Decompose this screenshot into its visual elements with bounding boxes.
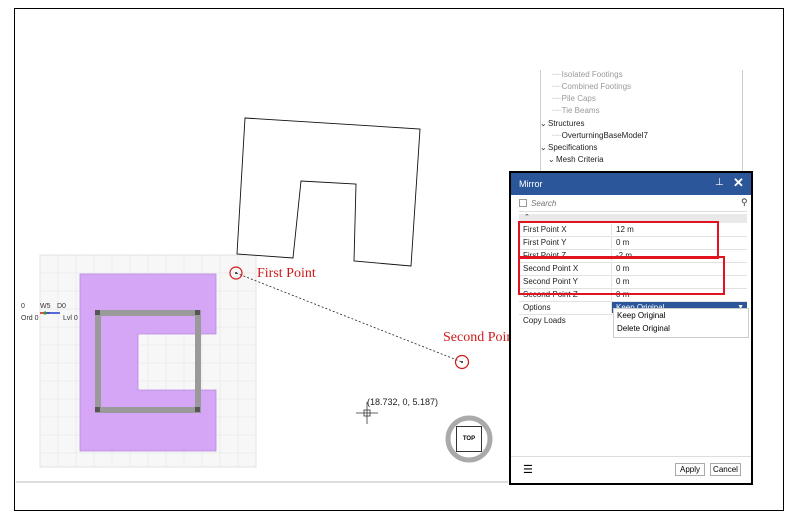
search-icon[interactable]: ⚲ [741,197,748,208]
hamburger-menu-icon[interactable]: ☰ [523,463,533,476]
tree-item-tie-beams[interactable]: ┈┈Tie Beams [552,106,600,115]
mirror-panel: Mirror ⊥ ✕ ⚲ ⌃ First Point X 12 m First … [509,171,753,485]
second-point-highlight [518,256,725,295]
panel-header: Mirror ⊥ ✕ [511,173,751,195]
tree-item-combined-footings[interactable]: ┈┈Combined Footings [552,82,631,91]
second-point-label: Second Point [443,330,518,345]
options-dropdown-list: Keep Original Delete Original [613,308,749,338]
cursor-coordinate-readout: (18.732, 0, 5.187) [367,397,439,407]
panel-title: Mirror [519,179,543,189]
chevron-down-icon[interactable]: ⌄ [548,155,556,164]
tree-item-structures[interactable]: ⌄Structures [540,119,584,128]
option-keep-original[interactable]: Keep Original [617,311,665,320]
axis-label-lvl: Lvl 0 [63,315,78,322]
first-point-label: First Point [257,266,316,281]
mirror-line [235,272,463,363]
tree-item-pile-caps[interactable]: ┈┈Pile Caps [552,94,596,103]
apply-button[interactable]: Apply [675,463,705,476]
axis-label: D0 [57,303,66,310]
grid-view-icon[interactable] [519,199,527,207]
chevron-down-icon[interactable]: ⌄ [540,119,548,128]
pin-icon[interactable]: ⊥ [715,177,724,188]
tree-item-mesh-criteria[interactable]: ⌄Mesh Criteria [548,155,604,164]
view-cube-top[interactable]: TOP [456,426,482,452]
axis-label-ord: Ord 0 [21,315,39,322]
search-bar: ⚲ [519,197,748,212]
chevron-up-icon[interactable]: ⌃ [524,213,530,221]
axis-label: 0 [21,303,25,310]
close-icon[interactable]: ✕ [733,175,744,191]
search-input[interactable] [531,197,731,210]
axis-label: W5 [40,303,51,310]
tree-item-model[interactable]: ┈┈OverturningBaseModel7 [552,131,648,140]
tree-item-specifications[interactable]: ⌄Specifications [540,143,597,152]
mirrored-footing-outline[interactable] [236,117,421,267]
panel-footer: ☰ Apply Cancel [511,456,751,483]
first-point-highlight [518,221,719,259]
cancel-button[interactable]: Cancel [710,463,741,476]
option-delete-original[interactable]: Delete Original [617,324,670,333]
tree-item-isolated-footings[interactable]: ┈┈Isolated Footings [552,70,623,79]
chevron-down-icon[interactable]: ⌄ [540,143,548,152]
